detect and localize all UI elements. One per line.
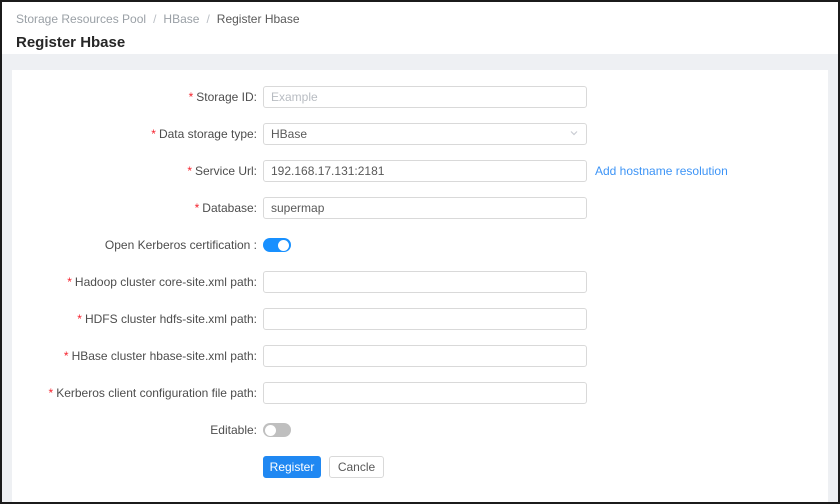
field-label: Open Kerberos certification :	[12, 234, 263, 256]
field-label: *HBase cluster hbase-site.xml path:	[12, 345, 263, 367]
field-label: *Data storage type:	[12, 123, 263, 145]
breadcrumb-item-storage-resources-pool[interactable]: Storage Resources Pool	[16, 12, 146, 26]
data-storage-type-select[interactable]: HBase	[263, 123, 587, 145]
editable-switch[interactable]	[263, 423, 291, 437]
field-label-text: Open Kerberos certification :	[105, 238, 257, 252]
selected-value: HBase	[271, 127, 307, 141]
core-site-path-input[interactable]	[263, 271, 587, 293]
required-asterisk: *	[67, 275, 72, 289]
form-row-kerberos-client-config: *Kerberos client configuration file path…	[12, 382, 828, 404]
form-actions: Register Cancle	[263, 456, 828, 478]
field-label-text: Kerberos client configuration file path:	[56, 386, 257, 400]
page-header: Storage Resources Pool / HBase / Registe…	[2, 2, 838, 54]
field-label-text: HBase cluster hbase-site.xml path:	[72, 349, 257, 363]
required-asterisk: *	[189, 90, 194, 104]
field-label: Editable:	[12, 419, 263, 441]
field-label: *Service Url:	[12, 160, 263, 182]
field-label: *Hadoop cluster core-site.xml path:	[12, 271, 263, 293]
kerberos-certification-switch[interactable]	[263, 238, 291, 252]
field-label: *Kerberos client configuration file path…	[12, 382, 263, 404]
field-label-text: Database:	[202, 201, 257, 215]
add-hostname-resolution-link[interactable]: Add hostname resolution	[595, 160, 728, 182]
storage-id-input[interactable]	[263, 86, 587, 108]
required-asterisk: *	[49, 386, 54, 400]
field-label: *HDFS cluster hdfs-site.xml path:	[12, 308, 263, 330]
chevron-down-icon	[569, 127, 579, 141]
form-row-data-storage-type: *Data storage type: HBase	[12, 123, 828, 145]
form-row-database: *Database:	[12, 197, 828, 219]
service-url-input[interactable]	[263, 160, 587, 182]
breadcrumb-separator: /	[153, 12, 156, 26]
field-label-text: Storage ID:	[196, 90, 257, 104]
field-label-text: Editable:	[210, 423, 257, 437]
field-label: *Storage ID:	[12, 86, 263, 108]
field-label-text: HDFS cluster hdfs-site.xml path:	[85, 312, 257, 326]
field-label: *Database:	[12, 197, 263, 219]
register-hbase-form: *Storage ID: *Data storage type: HBase *…	[12, 70, 828, 478]
breadcrumb-separator: /	[206, 12, 209, 26]
field-label-text: Service Url:	[195, 164, 257, 178]
hdfs-site-path-input[interactable]	[263, 308, 587, 330]
required-asterisk: *	[151, 127, 156, 141]
register-button[interactable]: Register	[263, 456, 321, 478]
field-label-text: Hadoop cluster core-site.xml path:	[75, 275, 257, 289]
form-row-storage-id: *Storage ID:	[12, 86, 828, 108]
hbase-site-path-input[interactable]	[263, 345, 587, 367]
required-asterisk: *	[195, 201, 200, 215]
form-row-service-url: *Service Url: Add hostname resolution	[12, 160, 828, 182]
form-row-hbase-site-path: *HBase cluster hbase-site.xml path:	[12, 345, 828, 367]
form-row-core-site-path: *Hadoop cluster core-site.xml path:	[12, 271, 828, 293]
kerberos-client-config-path-input[interactable]	[263, 382, 587, 404]
breadcrumb: Storage Resources Pool / HBase / Registe…	[16, 12, 824, 26]
form-row-open-kerberos: Open Kerberos certification :	[12, 234, 828, 256]
breadcrumb-item-register-hbase: Register Hbase	[217, 12, 300, 26]
cancel-button[interactable]: Cancle	[329, 456, 384, 478]
switch-knob	[278, 240, 289, 251]
page-title: Register Hbase	[16, 34, 824, 51]
required-asterisk: *	[77, 312, 82, 326]
form-row-hdfs-site-path: *HDFS cluster hdfs-site.xml path:	[12, 308, 828, 330]
breadcrumb-item-hbase[interactable]: HBase	[163, 12, 199, 26]
required-asterisk: *	[64, 349, 69, 363]
required-asterisk: *	[187, 164, 192, 178]
form-card: *Storage ID: *Data storage type: HBase *…	[12, 70, 828, 502]
form-row-editable: Editable:	[12, 419, 828, 441]
field-label-text: Data storage type:	[159, 127, 257, 141]
database-input[interactable]	[263, 197, 587, 219]
switch-knob	[265, 425, 276, 436]
